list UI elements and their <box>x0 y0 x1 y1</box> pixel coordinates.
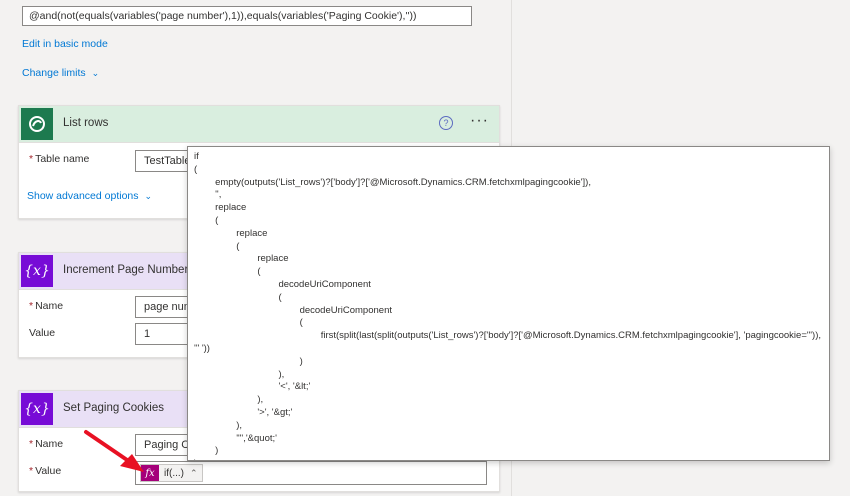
code-line: ( <box>194 240 240 252</box>
change-limits-label: Change limits <box>22 67 86 79</box>
show-advanced-label: Show advanced options <box>27 190 139 202</box>
chevron-up-icon[interactable]: ⌃ <box>190 468 202 479</box>
expression-popup: if( empty(outputs('List_rows')?['body']?… <box>187 146 830 461</box>
dataverse-icon <box>21 108 53 140</box>
set-paging-value-label: * Value <box>29 465 62 477</box>
increment-name-label: * Name <box>29 300 64 312</box>
code-line: decodeUriComponent <box>194 304 392 316</box>
code-line: decodeUriComponent <box>194 278 371 290</box>
code-line: ( <box>194 163 198 175</box>
code-line: ), <box>194 368 285 380</box>
set-paging-title: Set Paging Cookies <box>63 402 165 414</box>
code-line: ( <box>194 291 282 303</box>
show-advanced-options-link[interactable]: Show advanced options ⌄ <box>27 190 152 202</box>
increment-value-label: Value <box>29 327 56 339</box>
code-line: replace <box>194 202 247 214</box>
code-line: ( <box>194 317 303 329</box>
more-options-icon[interactable]: ··· <box>470 112 489 130</box>
code-line: ), <box>194 419 243 431</box>
expression-code: if( empty(outputs('List_rows')?['body']?… <box>194 151 823 460</box>
condition-expression-input[interactable]: @and(not(equals(variables('page number')… <box>22 6 472 26</box>
set-paging-name-label: * Name <box>29 438 64 450</box>
code-line: '"','&quot;' <box>194 432 277 444</box>
chevron-down-icon: ⌄ <box>144 191 153 201</box>
code-line: empty(outputs('List_rows')?['body']?['@M… <box>194 176 591 188</box>
chevron-down-icon: ⌄ <box>91 68 100 78</box>
set-paging-value-input[interactable]: fx if(...) ⌃ <box>135 461 487 485</box>
code-line: first(split(last(split(outputs('List_row… <box>194 330 822 342</box>
edit-basic-mode-link[interactable]: Edit in basic mode <box>22 38 108 50</box>
increment-title: Increment Page Number <box>63 264 189 276</box>
variable-icon: {x} <box>21 393 53 425</box>
code-line: '>', '&gt;' <box>194 406 293 418</box>
token-label: if(...) <box>164 467 184 479</box>
code-line: replace <box>194 253 289 265</box>
change-limits-link[interactable]: Change limits ⌄ <box>22 67 99 79</box>
table-name-label: * Table name <box>29 153 90 165</box>
code-line: ( <box>194 214 219 226</box>
code-line: '', <box>194 189 222 201</box>
variable-icon: {x} <box>21 255 53 287</box>
code-line: ) <box>194 458 823 460</box>
red-arrow-annotation <box>84 430 144 472</box>
code-line: '" ')) <box>194 342 210 354</box>
code-line: ( <box>194 266 261 278</box>
code-line: '<', '&lt;' <box>194 381 311 393</box>
code-line: ) <box>194 445 219 457</box>
list-rows-header[interactable]: List rows ? ··· <box>19 106 499 143</box>
help-icon[interactable]: ? <box>439 116 453 130</box>
code-line: ), <box>194 394 264 406</box>
code-line: replace <box>194 227 268 239</box>
code-line: ) <box>194 355 303 367</box>
code-line: if <box>194 151 199 162</box>
list-rows-title: List rows <box>63 117 109 129</box>
